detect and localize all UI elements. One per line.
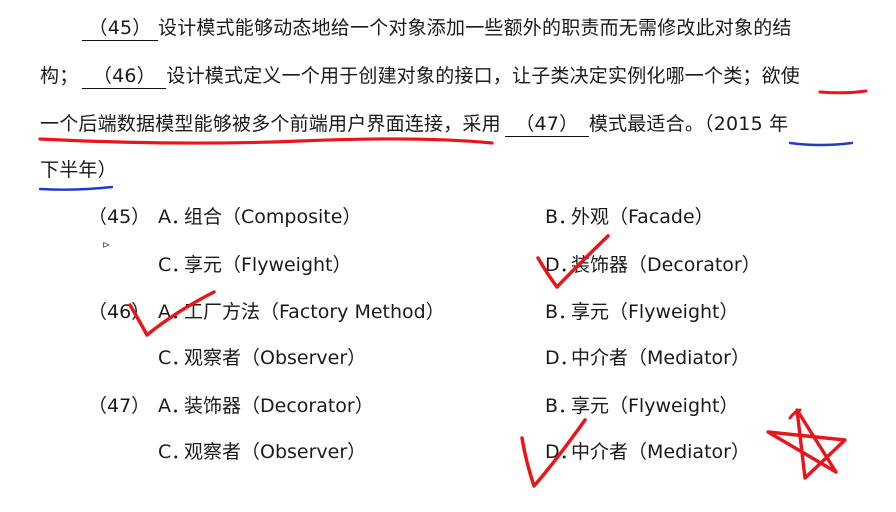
option-letter: D．: [545, 441, 579, 463]
red-star-icon: [766, 408, 847, 480]
option-text: 组合（Composite）: [184, 206, 362, 228]
document-page: （45） 设计模式能够动态地给一个对象添加一些额外的职责而无需修改此对象的结 构；…: [0, 0, 896, 512]
option-text: 工厂方法（Factory Method）: [184, 301, 445, 323]
option-text: 中介者（Mediator）: [571, 441, 750, 463]
question-46-option-c[interactable]: C．观察者（Observer）: [158, 346, 366, 370]
option-letter: C．: [158, 347, 191, 369]
paragraph-line-1: （45） 设计模式能够动态地给一个对象添加一些额外的职责而无需修改此对象的结: [82, 16, 792, 41]
option-text: 装饰器（Decorator）: [571, 254, 761, 276]
option-text: 外观（Facade）: [571, 206, 714, 228]
paragraph-line-3: 一个后端数据模型能够被多个前端用户界面连接，采用 （47） 模式最适合。（2015 …: [40, 112, 788, 137]
question-45-number: （45）: [88, 206, 151, 228]
red-underline-line-2: [818, 89, 868, 95]
option-letter: B．: [545, 301, 578, 323]
line-1-text: 设计模式能够动态地给一个对象添加一些额外的职责而无需修改此对象的结: [158, 17, 792, 39]
line-3-highlight: 一个后端数据模型能够被多个前端用户界面连接，: [40, 113, 463, 135]
blank-46: （46）: [82, 64, 167, 89]
line-4-close: ）: [97, 159, 117, 181]
option-letter: A．: [158, 301, 190, 323]
cursor-icon: ⊳: [102, 240, 111, 251]
option-text: 享元（Flyweight）: [571, 395, 739, 417]
paragraph-line-2: 构； （46） 设计模式定义一个用于创建对象的接口，让子类决定实例化哪一个类；欲使: [40, 64, 800, 89]
question-47-option-a[interactable]: A．装饰器（Decorator）: [158, 394, 374, 418]
option-text: 观察者（Observer）: [184, 347, 367, 369]
question-47-option-c[interactable]: C．观察者（Observer）: [158, 440, 366, 464]
line-2-text: 设计模式定义一个用于创建对象的接口，让子类决定实例化哪一个类；: [166, 65, 762, 87]
question-46-option-b[interactable]: B．享元（Flyweight）: [545, 300, 739, 324]
blank-47: （47）: [504, 112, 589, 137]
question-46-option-a[interactable]: A．工厂方法（Factory Method）: [158, 300, 445, 324]
blue-underline-2015: [788, 141, 854, 147]
option-text: 享元（Flyweight）: [571, 301, 739, 323]
option-text: 享元（Flyweight）: [184, 254, 352, 276]
option-letter: C．: [158, 254, 191, 276]
option-text: 观察者（Observer）: [184, 441, 367, 463]
line-2-prefix: 构；: [40, 65, 79, 87]
question-47-option-b[interactable]: B．享元（Flyweight）: [545, 394, 739, 418]
blank-45: （45）: [82, 16, 158, 41]
question-46-option-d[interactable]: D．中介者（Mediator）: [545, 346, 750, 370]
question-47-number: （47）: [88, 395, 151, 417]
question-45-option-c[interactable]: C．享元（Flyweight）: [158, 253, 352, 277]
option-letter: A．: [158, 395, 190, 417]
question-45-option-d[interactable]: D．装饰器（Decorator）: [545, 253, 761, 277]
option-letter: A．: [158, 206, 190, 228]
option-letter: C．: [158, 441, 191, 463]
line-3-text: 采用: [462, 113, 501, 135]
option-letter: B．: [545, 206, 578, 228]
question-46-number: （46）: [88, 301, 151, 323]
line-4-year: 下半年: [40, 159, 98, 181]
option-letter: B．: [545, 395, 578, 417]
blue-underline-half-year: [38, 185, 114, 191]
paragraph-line-4: 下半年）: [40, 158, 117, 182]
line-3-text-2: 模式最适合。（: [588, 113, 714, 135]
question-45-option-b[interactable]: B．外观（Facade）: [545, 205, 714, 229]
option-text: 中介者（Mediator）: [571, 347, 750, 369]
question-47-option-d[interactable]: D．中介者（Mediator）: [545, 440, 750, 464]
option-letter: D．: [545, 347, 579, 369]
option-letter: D．: [545, 254, 579, 276]
question-45-option-a[interactable]: A．组合（Composite）: [158, 205, 361, 229]
line-3-year: 2015 年: [713, 113, 789, 135]
line-2-highlight: 欲使: [761, 65, 801, 87]
option-text: 装饰器（Decorator）: [184, 395, 374, 417]
red-underline-line-3: [38, 137, 494, 145]
